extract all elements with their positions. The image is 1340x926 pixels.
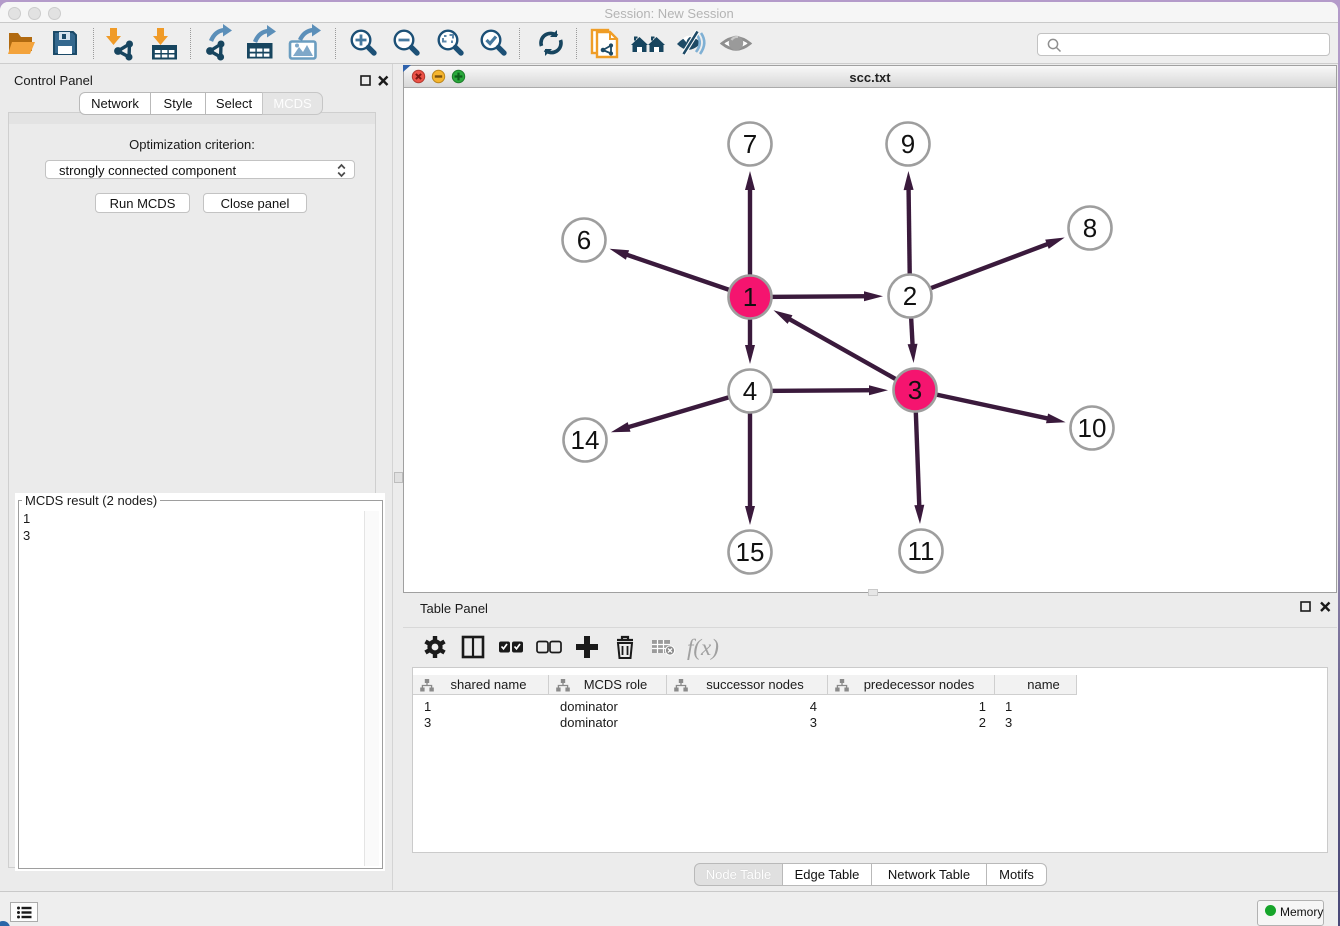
svg-text:f(x): f(x)	[687, 635, 719, 660]
svg-text:3: 3	[908, 375, 922, 405]
svg-text:1: 1	[743, 282, 757, 312]
svg-text:9: 9	[901, 129, 915, 159]
svg-text:2: 2	[903, 281, 917, 311]
svg-text:4: 4	[743, 376, 757, 406]
svg-text:7: 7	[743, 129, 757, 159]
svg-text:14: 14	[571, 425, 600, 455]
svg-text:6: 6	[577, 225, 591, 255]
svg-text:10: 10	[1078, 413, 1107, 443]
svg-text:8: 8	[1083, 213, 1097, 243]
svg-text:15: 15	[736, 537, 765, 567]
svg-text:11: 11	[908, 536, 935, 566]
